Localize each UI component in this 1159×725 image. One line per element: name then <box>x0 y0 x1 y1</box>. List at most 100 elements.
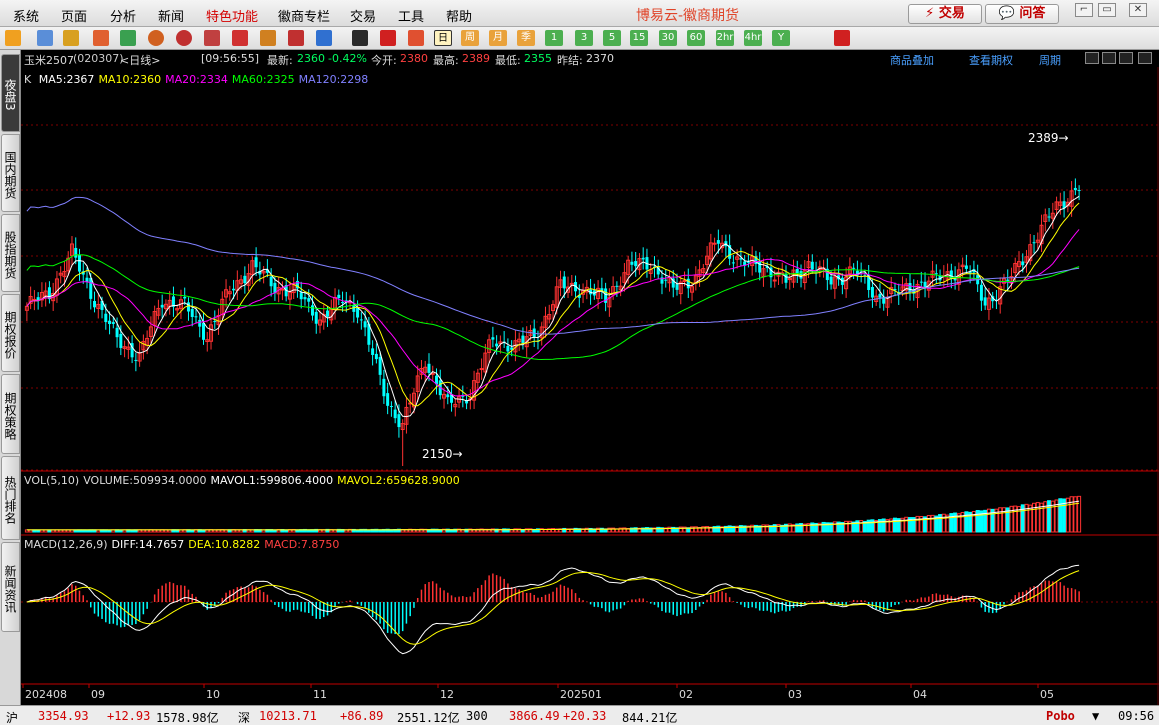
close-icon[interactable]: ✕ <box>1129 3 1147 17</box>
sh-label: 沪 <box>6 711 19 725</box>
period-link[interactable]: 周期 <box>1039 52 1061 68</box>
status-bar: 沪 3354.93 +12.93 1578.98亿 深 10213.71 +86… <box>0 705 1159 725</box>
trend-icon[interactable] <box>380 30 396 46</box>
candle-body-down <box>1006 279 1010 281</box>
period-button[interactable]: 3 <box>575 30 593 46</box>
menu-analysis[interactable]: 分析 <box>110 6 136 25</box>
candle-body-down <box>194 316 198 318</box>
period-button[interactable]: Y <box>772 30 790 46</box>
trade-button[interactable]: ⚡ 交易 <box>908 4 982 24</box>
tab-index-futures[interactable]: 股指期货 <box>1 214 20 292</box>
news-icon[interactable] <box>93 30 109 46</box>
period-button[interactable]: 5 <box>603 30 621 46</box>
zoom-icon[interactable] <box>176 30 192 46</box>
menu-news[interactable]: 新闻 <box>158 6 184 25</box>
candle-body-down <box>979 284 983 301</box>
sz-label: 深 <box>238 711 251 725</box>
folder-icon[interactable] <box>37 30 53 46</box>
save-icon[interactable] <box>63 30 79 46</box>
scroll-right-icon[interactable] <box>1102 52 1116 64</box>
period-button[interactable]: 日 <box>434 30 452 46</box>
tab-news-info[interactable]: 新闻资讯 <box>1 542 20 632</box>
menu-trade[interactable]: 交易 <box>350 6 376 25</box>
maximize-icon[interactable] <box>1138 52 1152 64</box>
candle-body-down <box>664 279 668 281</box>
period-button[interactable]: 月 <box>489 30 507 46</box>
volume-bar <box>656 526 661 533</box>
tab-option-strategy[interactable]: 期权策略 <box>1 374 20 454</box>
candle-body-down <box>85 277 89 282</box>
signal-icon: ▼ <box>1092 709 1100 723</box>
menu-features[interactable]: 特色功能 <box>206 6 258 25</box>
latest-price: 2360 <box>297 52 325 65</box>
period-button[interactable]: 4hr <box>744 30 762 46</box>
candle-body-down <box>269 276 273 287</box>
x-axis-label: 202501 <box>560 688 602 701</box>
period-button[interactable]: 15 <box>630 30 648 46</box>
chart-area[interactable]: 2389→ 2150→ 202408 09 10 11 12 202501 02 03 04 05 玉… <box>21 50 1159 705</box>
tab-domestic-futures[interactable]: 国内期货 <box>1 134 20 212</box>
overlay-commodity-link[interactable]: 商品叠加 <box>890 52 934 68</box>
candle-body-down <box>303 297 307 300</box>
qa-button[interactable]: 💬 问答 <box>985 4 1059 24</box>
period-button[interactable]: 周 <box>461 30 479 46</box>
alert-icon[interactable] <box>260 30 276 46</box>
table-icon[interactable] <box>352 30 368 46</box>
quote-time: [09:56:55] <box>201 52 259 65</box>
back-icon[interactable] <box>5 30 21 46</box>
filter-icon[interactable] <box>288 30 304 46</box>
legend-item: VOL(5,10) <box>24 474 80 487</box>
candle-body-down <box>641 257 645 260</box>
ma-legend: K MA5:2367 MA10:2360 MA20:2334 MA60:2325 MA1… <box>24 73 372 86</box>
layout-icon[interactable] <box>834 30 850 46</box>
volume-bar <box>727 525 732 533</box>
new-icon[interactable] <box>316 30 332 46</box>
restore-icon[interactable]: ▭ <box>1098 3 1116 17</box>
menu-huishang-column[interactable]: 徽商专栏 <box>278 6 330 25</box>
candle-body-down <box>77 254 81 272</box>
menu-page[interactable]: 页面 <box>61 6 87 25</box>
candle-body-down <box>108 320 112 325</box>
contract-name: 玉米2507 <box>24 54 74 67</box>
pen-icon[interactable] <box>232 30 248 46</box>
pin-icon[interactable]: ⌐ <box>1075 3 1093 17</box>
tab-night-session[interactable]: 夜盘3 <box>1 54 20 132</box>
refresh-icon[interactable] <box>120 30 136 46</box>
zoom-out-icon[interactable] <box>1119 52 1133 64</box>
x-axis-label: 02 <box>679 688 693 701</box>
candle-body-down <box>74 247 78 258</box>
high-label: 最高: <box>433 54 459 67</box>
period-button[interactable]: 60 <box>687 30 705 46</box>
candle-body-down <box>198 319 202 327</box>
view-options-link[interactable]: 查看期权 <box>969 52 1013 68</box>
period-button[interactable]: 1 <box>545 30 563 46</box>
volume-bar <box>1028 504 1033 533</box>
menu-tools[interactable]: 工具 <box>398 6 424 25</box>
period-button[interactable]: 30 <box>659 30 677 46</box>
candle-body-down <box>829 276 833 285</box>
candle-body-up <box>682 280 687 283</box>
period-button[interactable]: 2hr <box>716 30 734 46</box>
x-axis-label: 05 <box>1040 688 1054 701</box>
sh-change: +12.93 <box>107 709 151 723</box>
low-label: 最低: <box>495 54 521 67</box>
trade-button-label: 交易 <box>938 6 965 21</box>
candle-body-down <box>923 281 927 287</box>
volume-bar <box>832 521 837 533</box>
menu-system[interactable]: 系统 <box>13 6 39 25</box>
tick-icon[interactable] <box>408 30 424 46</box>
candle-body-down <box>810 261 814 270</box>
scroll-left-icon[interactable] <box>1085 52 1099 64</box>
menu-help[interactable]: 帮助 <box>446 6 472 25</box>
tab-hot-ranking[interactable]: 热门排名 <box>1 456 20 540</box>
tab-domestic-futures-label: 国内期货 <box>3 151 17 199</box>
candle-body-down <box>393 409 397 419</box>
x-axis-label: 12 <box>440 688 454 701</box>
tab-option-quotes[interactable]: 期权报价 <box>1 294 20 372</box>
window-icon[interactable] <box>204 30 220 46</box>
search-icon[interactable] <box>148 30 164 46</box>
period-button[interactable]: 季 <box>517 30 535 46</box>
kline-chart[interactable]: 2389→ 2150→ 202408 09 10 11 12 202501 02 03 04 05 <box>21 50 1159 705</box>
candle-body-down <box>115 327 119 338</box>
x-axis-label: 202408 <box>25 688 67 701</box>
